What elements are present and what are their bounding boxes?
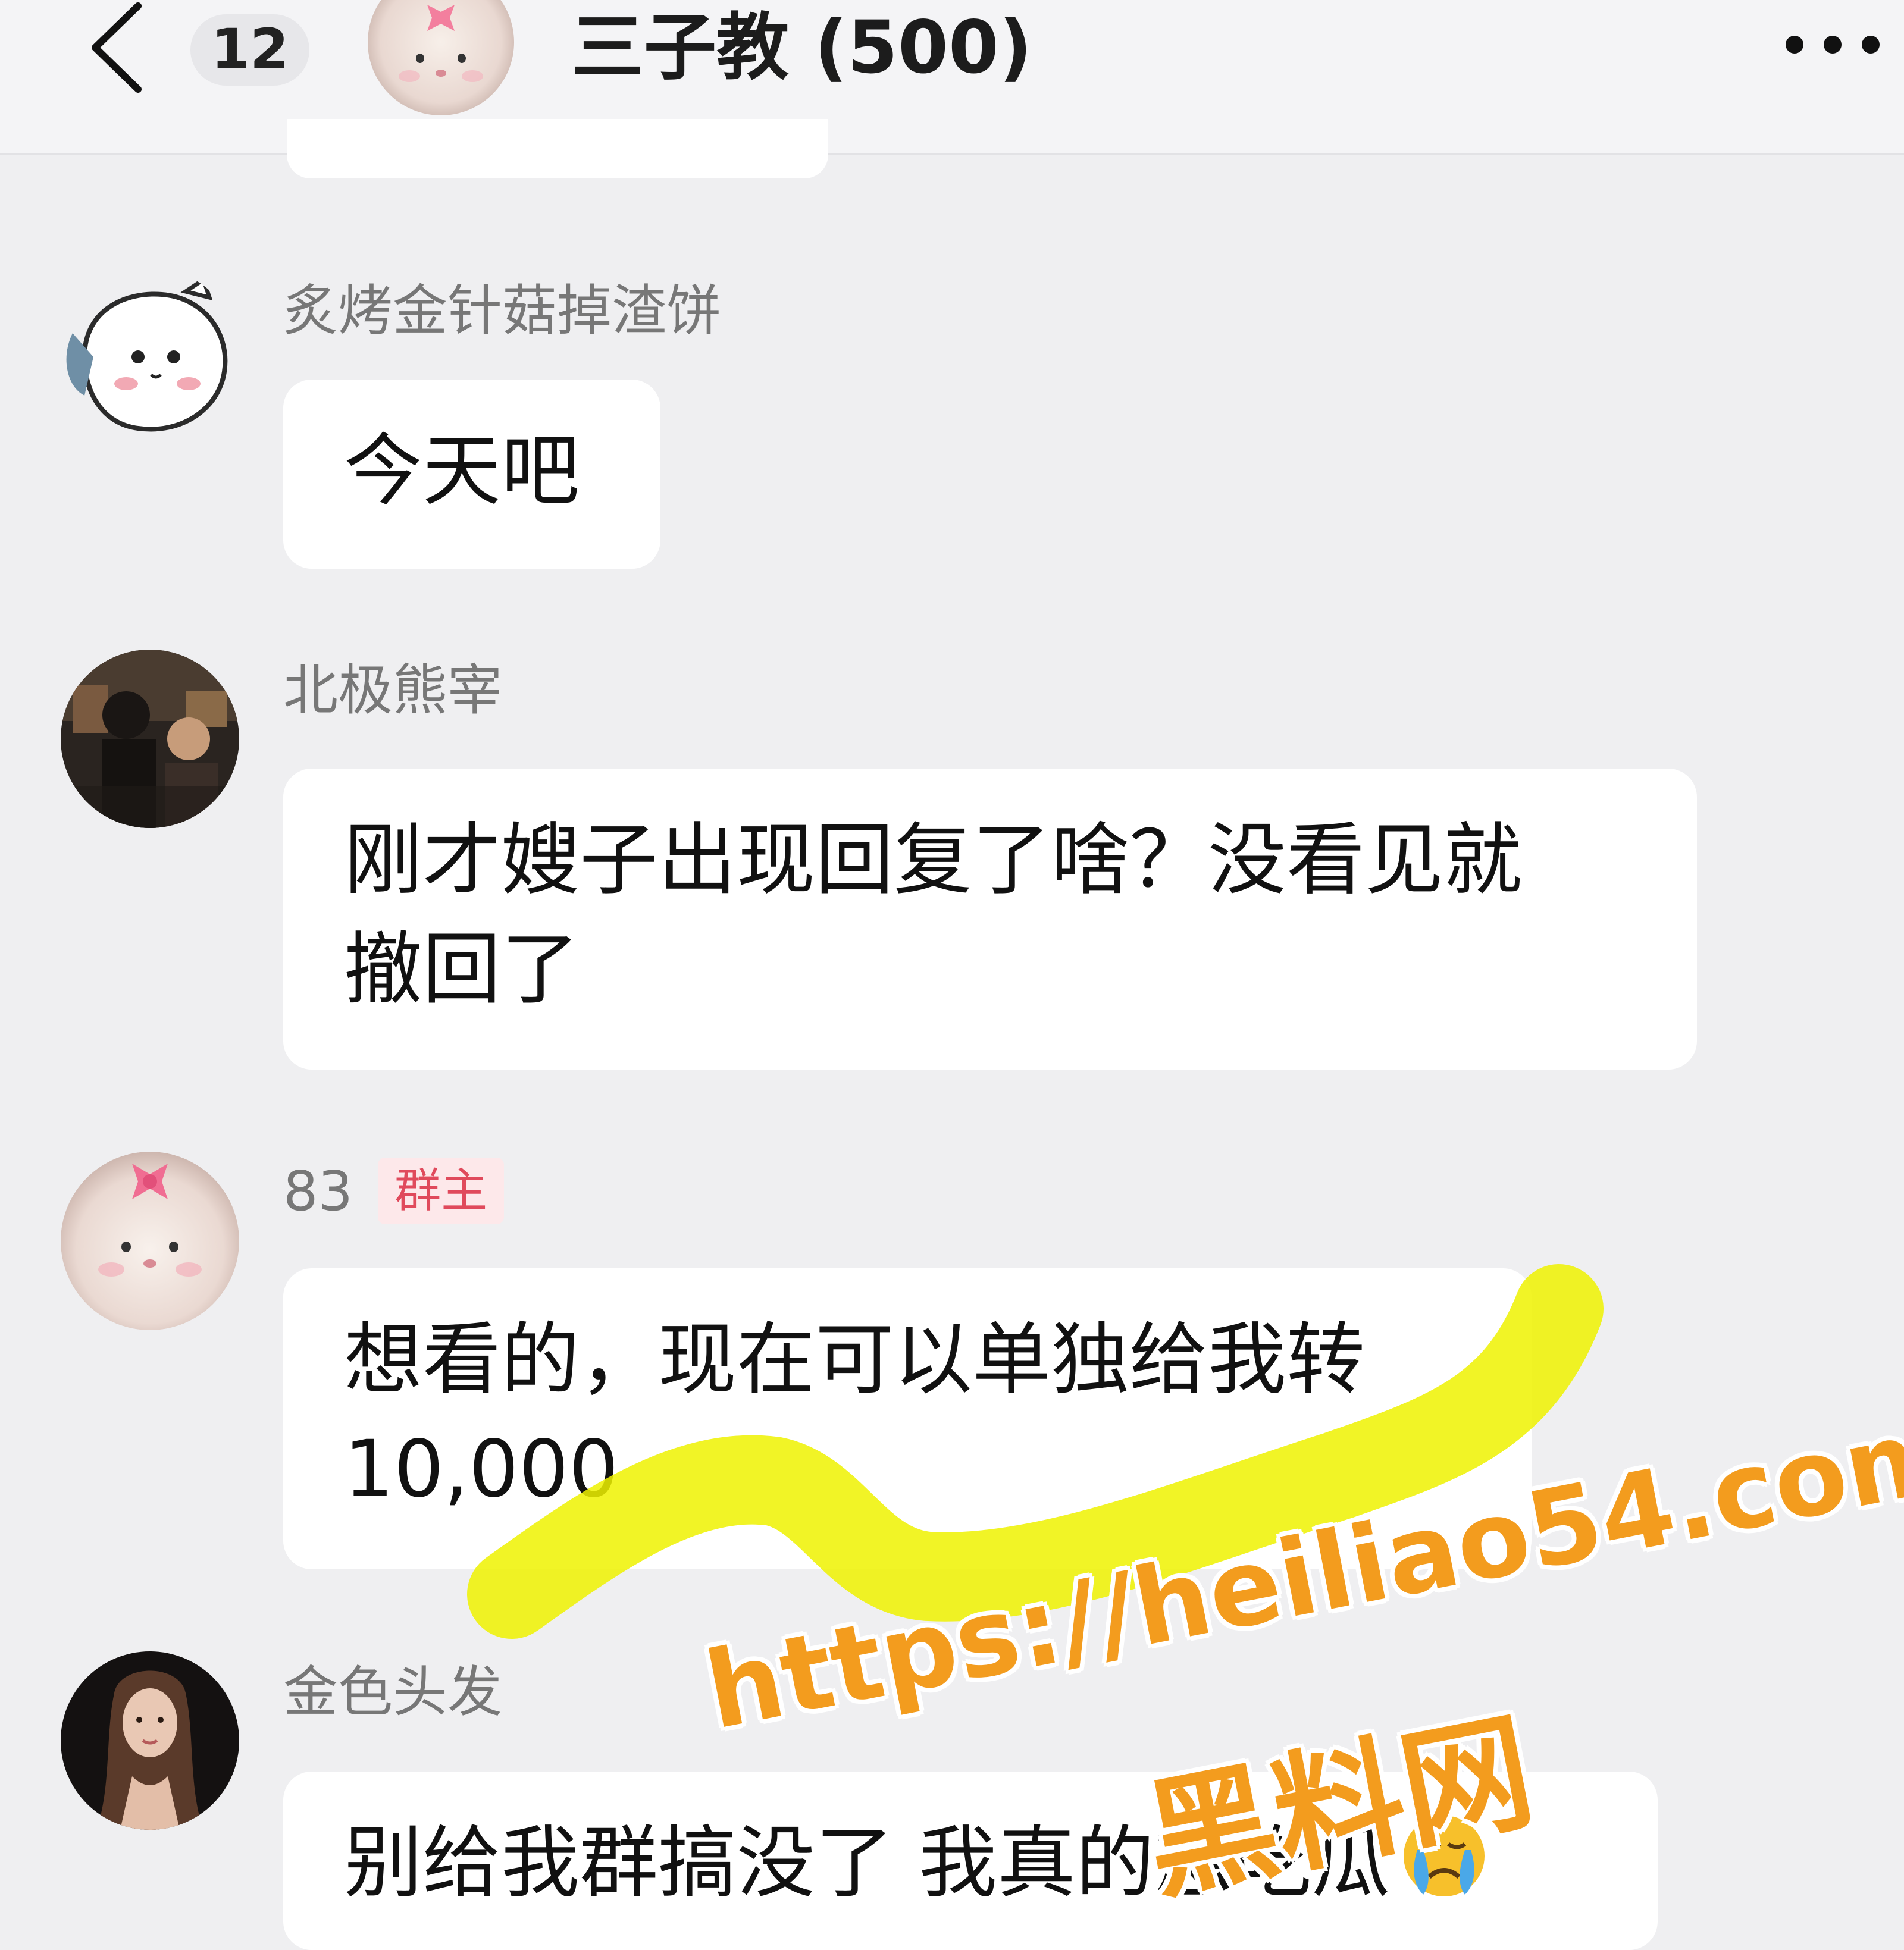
previous-message-bubble <box>287 119 828 178</box>
sender-avatar[interactable] <box>61 268 239 446</box>
chevron-left-icon <box>92 2 142 93</box>
message-bubble[interactable]: 今天吧 <box>283 380 660 569</box>
unread-count-badge[interactable]: 12 <box>190 14 309 86</box>
sender-name[interactable]: 炙烤金针菇掉渣饼 <box>283 267 721 346</box>
message-text-line: 刚才嫂子出现回复了啥？没看见就 <box>344 814 1522 906</box>
back-button[interactable] <box>83 0 149 95</box>
group-owner-badge: 群主 <box>378 1158 505 1224</box>
message-text-line: 撤回了 <box>344 924 580 1015</box>
sender-avatar[interactable] <box>61 1651 239 1830</box>
message-text: 今天吧 <box>344 425 580 517</box>
ellipsis-icon <box>1786 36 1880 54</box>
sender-name[interactable]: 83 <box>283 1159 353 1223</box>
message-text-line: 想看的，现在可以单独给我转 <box>344 1314 1365 1406</box>
more-options-button[interactable] <box>1779 24 1886 65</box>
group-avatar[interactable] <box>368 0 514 115</box>
chat-header: 12 三子教 (500) <box>0 0 1904 155</box>
sender-name[interactable]: 金色头发 <box>283 1648 502 1727</box>
sender-name[interactable]: 北极熊宰 <box>283 646 502 725</box>
message-text-line: 10,000 <box>344 1424 619 1515</box>
sender-avatar[interactable] <box>61 1152 239 1330</box>
sender-avatar[interactable] <box>61 650 239 828</box>
group-title: 三子教 (500) <box>571 5 1032 90</box>
message-bubble[interactable]: 刚才嫂子出现回复了啥？没看见就 撤回了 <box>283 769 1697 1070</box>
